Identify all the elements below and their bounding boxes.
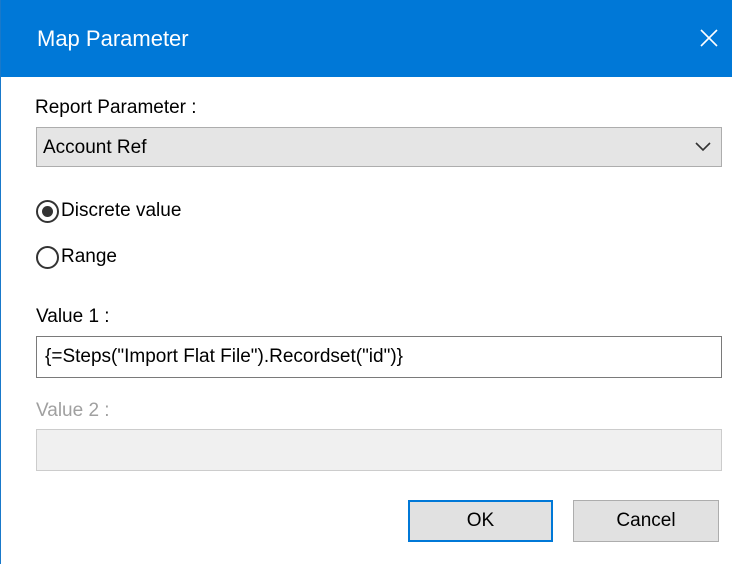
- value2-input: [36, 429, 722, 471]
- report-parameter-label: Report Parameter :: [35, 97, 197, 118]
- title-bar: Map Parameter: [1, 0, 732, 77]
- discrete-value-radio[interactable]: Discrete value: [36, 199, 181, 223]
- cancel-button[interactable]: Cancel: [573, 500, 719, 542]
- report-parameter-dropdown[interactable]: Account Ref: [36, 127, 722, 167]
- value1-label: Value 1 :: [36, 306, 110, 327]
- close-icon: [700, 29, 718, 47]
- value2-label: Value 2 :: [36, 400, 110, 421]
- ok-button[interactable]: OK: [408, 500, 553, 542]
- discrete-value-radio-indicator[interactable]: [36, 199, 59, 223]
- chevron-down-icon: [695, 142, 711, 152]
- range-radio-indicator[interactable]: [36, 245, 59, 269]
- map-parameter-dialog: Map Parameter Report Parameter : Account…: [0, 0, 732, 564]
- range-label: Range: [61, 246, 117, 267]
- discrete-value-label: Discrete value: [61, 200, 182, 221]
- dialog-title: Map Parameter: [37, 26, 189, 51]
- report-parameter-selected: Account Ref: [43, 137, 147, 158]
- value1-input[interactable]: [36, 336, 722, 378]
- range-radio[interactable]: Range: [36, 245, 117, 269]
- close-button[interactable]: [686, 15, 732, 61]
